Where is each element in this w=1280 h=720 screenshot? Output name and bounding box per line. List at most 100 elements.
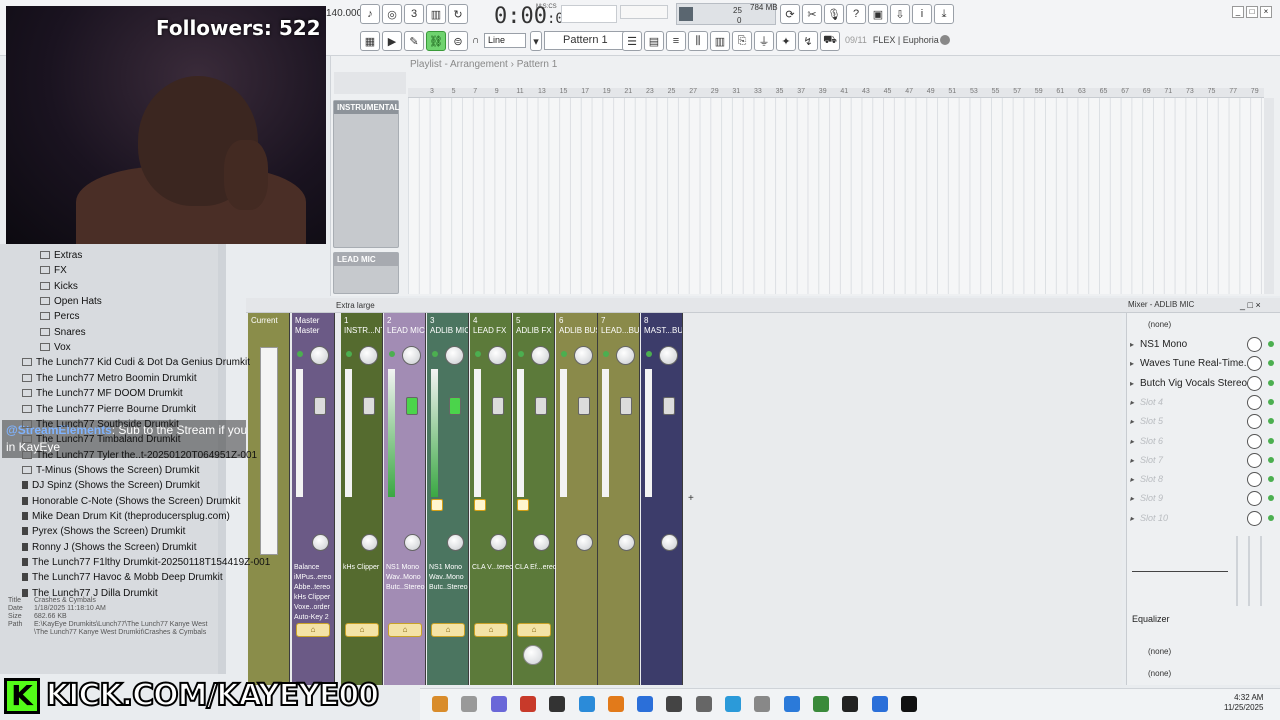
browser-file[interactable]: DJ Spinz (Shows the Screen) Drumkit: [22, 478, 200, 493]
link-icon[interactable]: ⛓: [426, 31, 446, 51]
mixer-strip[interactable]: 2 LEAD MIC NS1 Mono Wav..Mono Butc..Stereo…: [384, 313, 426, 685]
browser-file[interactable]: The Lunch77 Havoc & Mobb Deep Drumkit: [22, 570, 223, 585]
browser-file[interactable]: Ronny J (Shows the Screen) Drumkit: [22, 540, 197, 555]
browser-folder[interactable]: The Lunch77 Timbaland Drumkit: [22, 432, 181, 447]
mixer-strip[interactable]: 6 ADLIB BUS: [556, 313, 598, 685]
play-icon[interactable]: ▶: [382, 31, 402, 51]
fx-slot[interactable]: ▸ Slot 4: [1130, 394, 1276, 411]
taskbar-app-icon[interactable]: [783, 696, 800, 712]
browser-folder[interactable]: Extras: [40, 248, 82, 263]
slot-mix-knob[interactable]: [1247, 394, 1262, 410]
fx-slot[interactable]: ▸ Slot 8: [1130, 471, 1276, 488]
taskbar-app-icon[interactable]: [842, 696, 859, 712]
slot-enable-led[interactable]: [1268, 456, 1274, 463]
output-select-2[interactable]: (none): [1130, 666, 1276, 681]
taskbar-app-icon[interactable]: [578, 696, 595, 712]
slot-mix-knob[interactable]: [1247, 433, 1262, 449]
pan-knob[interactable]: [616, 346, 635, 365]
wand-icon[interactable]: ✦: [776, 31, 796, 51]
metronome-icon[interactable]: ♪: [360, 4, 380, 24]
fx-slot[interactable]: ▸ Slot 6: [1130, 433, 1276, 450]
insert-route-icon[interactable]: [474, 499, 486, 511]
fx-slot[interactable]: ▸ Butch Vig Vocals Stereo: [1130, 375, 1276, 392]
taskbar-app-icon[interactable]: [754, 696, 771, 712]
browser-folder[interactable]: Percs: [40, 309, 80, 324]
volume-fader[interactable]: [449, 397, 461, 415]
route-icon[interactable]: ⌂: [474, 623, 508, 637]
slot-mix-knob[interactable]: [1247, 414, 1262, 430]
mixer-icon[interactable]: ≡: [666, 31, 686, 51]
snap-select[interactable]: Line: [484, 33, 526, 48]
playlist-ruler[interactable]: [408, 88, 1264, 98]
volume-fader[interactable]: [406, 397, 418, 415]
input-select[interactable]: (none): [1130, 317, 1276, 332]
browser-file[interactable]: Pyrex (Shows the Screen) Drumkit: [22, 524, 185, 539]
strip-enable-led[interactable]: [475, 351, 481, 357]
playlist-icon[interactable]: ☰: [622, 31, 642, 51]
stereo-knob[interactable]: [447, 534, 464, 551]
mic-icon[interactable]: 🎙: [824, 4, 844, 24]
minimize-icon[interactable]: _: [1232, 6, 1244, 18]
browser-folder[interactable]: Vox: [40, 340, 71, 355]
countdown-icon[interactable]: 3: [404, 4, 424, 24]
stereo-knob[interactable]: [533, 534, 550, 551]
strip-enable-led[interactable]: [432, 351, 438, 357]
fx-slot[interactable]: ▸ NS1 Mono: [1130, 336, 1276, 353]
mixer-strip[interactable]: 4 LEAD FX CLA V...tereo ⌂: [470, 313, 513, 685]
slot-enable-led[interactable]: [1268, 437, 1274, 444]
download-icon[interactable]: ⤓: [934, 4, 954, 24]
browser-file[interactable]: The Lunch77 F1lthy Drumkit-20250118T1544…: [22, 555, 270, 570]
pan-knob[interactable]: [359, 346, 378, 365]
mixer-strip[interactable]: Master Master Balance iMPus..ereo Abbe..te…: [292, 313, 335, 685]
refresh-icon[interactable]: ⟳: [780, 4, 800, 24]
strip-enable-led[interactable]: [603, 351, 609, 357]
stereo-knob[interactable]: [404, 534, 421, 551]
master-volume-slider[interactable]: [620, 5, 668, 19]
taskbar-app-icon[interactable]: [519, 696, 536, 712]
pan-knob[interactable]: [531, 346, 550, 365]
route-icon[interactable]: ⌂: [388, 623, 422, 637]
taskbar-app-icon[interactable]: [637, 696, 654, 712]
plugin-icon[interactable]: ⇩: [890, 4, 910, 24]
stereo-knob[interactable]: [661, 534, 678, 551]
taskbar-app-icon[interactable]: [812, 696, 829, 712]
volume-fader[interactable]: [535, 397, 547, 415]
volume-fader[interactable]: [620, 397, 632, 415]
mixer-size-select[interactable]: Extra large: [336, 301, 375, 310]
strip-enable-led[interactable]: [561, 351, 567, 357]
volume-fader[interactable]: [578, 397, 590, 415]
stereo-knob[interactable]: [490, 534, 507, 551]
fx-slot[interactable]: ▸ Slot 5: [1130, 413, 1276, 430]
pan-knob[interactable]: [488, 346, 507, 365]
browser-icon[interactable]: ▥: [710, 31, 730, 51]
volume-fader[interactable]: [663, 397, 675, 415]
slot-enable-led[interactable]: [1268, 495, 1274, 502]
taskbar-app-icon[interactable]: [607, 696, 624, 712]
slot-enable-led[interactable]: [1268, 398, 1274, 405]
cut-icon[interactable]: ✂: [802, 4, 822, 24]
slot-mix-knob[interactable]: [1247, 510, 1262, 526]
tempo-tap-icon[interactable]: ↯: [798, 31, 818, 51]
route-icon[interactable]: ⌂: [345, 623, 379, 637]
strip-enable-led[interactable]: [346, 351, 352, 357]
taskbar-app-icon[interactable]: [725, 696, 741, 712]
fx-slot[interactable]: ▸ Slot 9: [1130, 490, 1276, 507]
browser-folder[interactable]: The Lunch77 MF DOOM Drumkit: [22, 386, 183, 401]
slot-mix-knob[interactable]: [1247, 491, 1262, 507]
route-icon[interactable]: ⌂: [296, 623, 330, 637]
slot-mix-knob[interactable]: [1247, 375, 1262, 391]
slot-enable-led[interactable]: [1268, 418, 1274, 425]
taskbar-app-icon[interactable]: [900, 696, 917, 712]
mixer-strip[interactable]: 1INSTR...NTAL kHs Clipper ⌂: [341, 313, 383, 685]
browser-folder[interactable]: Snares: [40, 325, 86, 340]
volume-fader[interactable]: [363, 397, 375, 415]
playlist-grid[interactable]: [408, 98, 1264, 294]
playlist-scrollbar[interactable]: [1264, 98, 1274, 294]
cart-icon[interactable]: ⛟: [820, 31, 840, 51]
pan-knob[interactable]: [310, 346, 329, 365]
mixer-strip[interactable]: 5 ADLIB FX CLA Ef...ereo ⌂: [513, 313, 557, 685]
route-icon[interactable]: ⌂: [431, 623, 465, 637]
browser-file[interactable]: Honorable C-Note (Shows the Screen) Drum…: [22, 494, 240, 509]
clipboard-icon[interactable]: ⎘: [732, 31, 752, 51]
browser-folder[interactable]: The Lunch77 Pierre Bourne Drumkit: [22, 402, 196, 417]
